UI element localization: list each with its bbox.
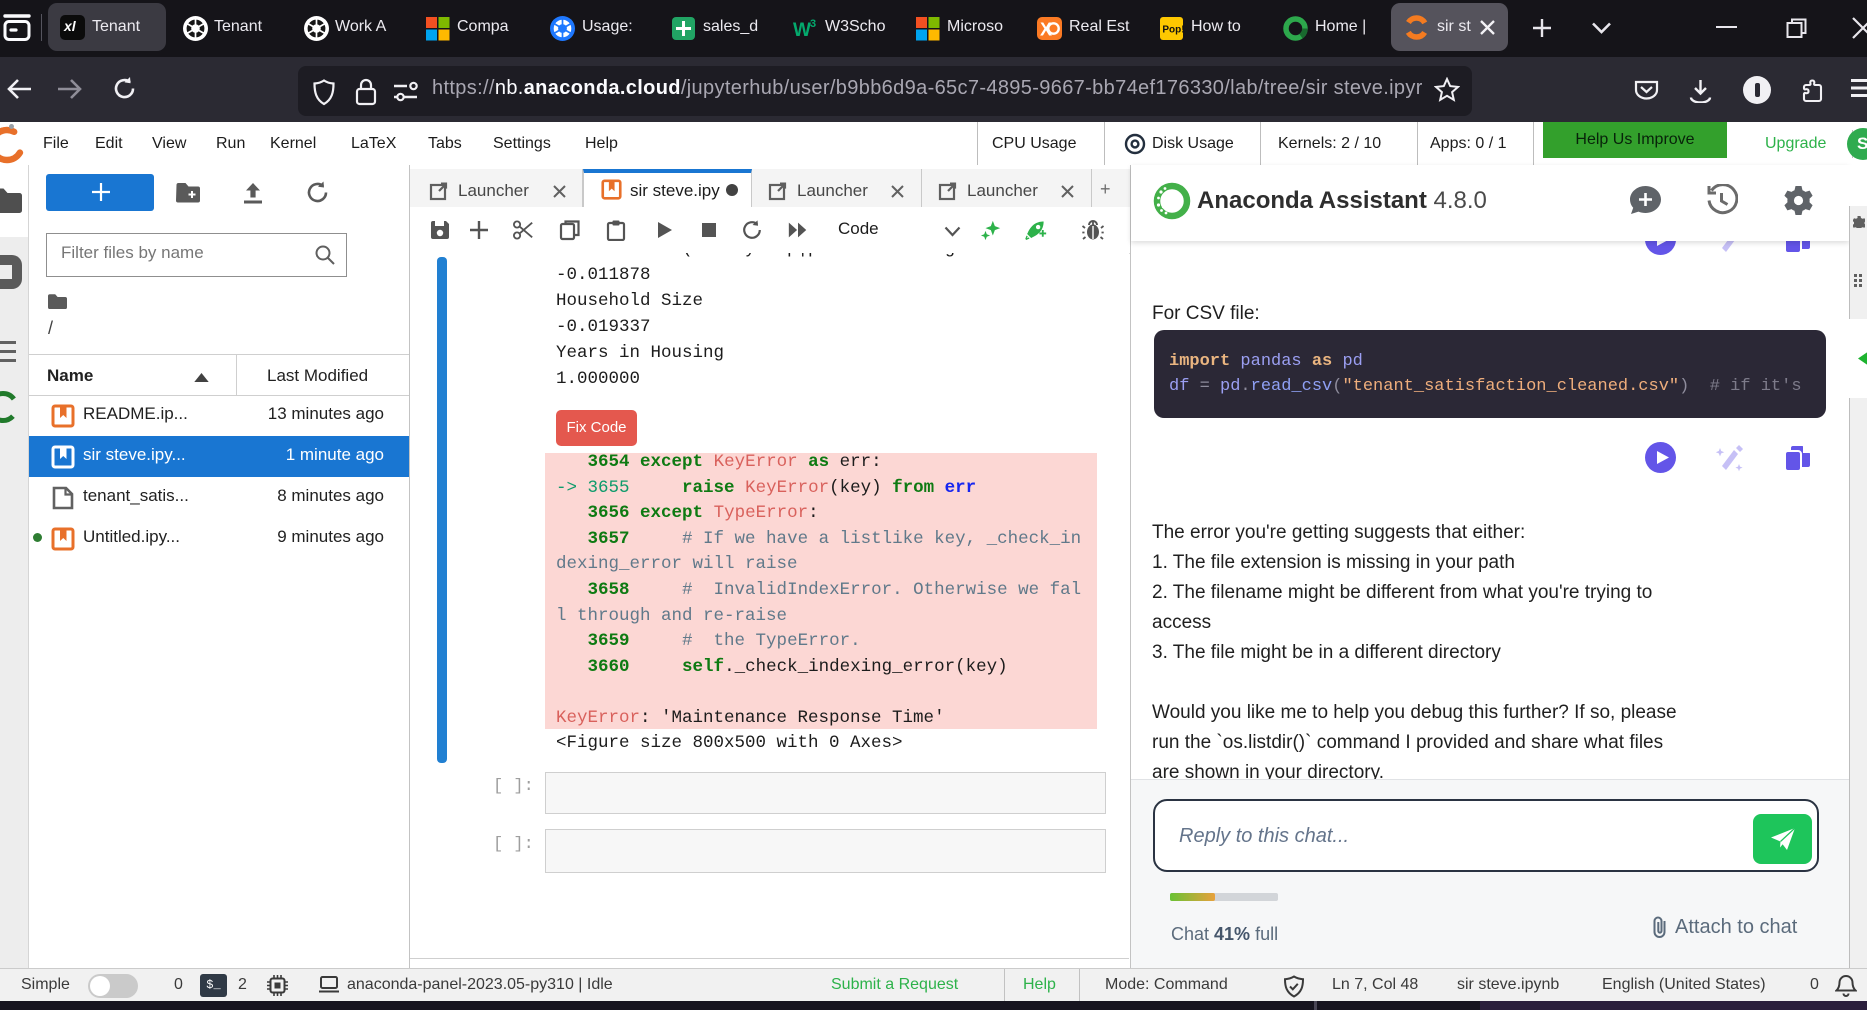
svg-text:Pop!: Pop! <box>1162 25 1184 36</box>
svg-text:3: 3 <box>810 18 816 30</box>
svg-text:X: X <box>1040 20 1052 40</box>
svg-text:W: W <box>793 20 811 41</box>
